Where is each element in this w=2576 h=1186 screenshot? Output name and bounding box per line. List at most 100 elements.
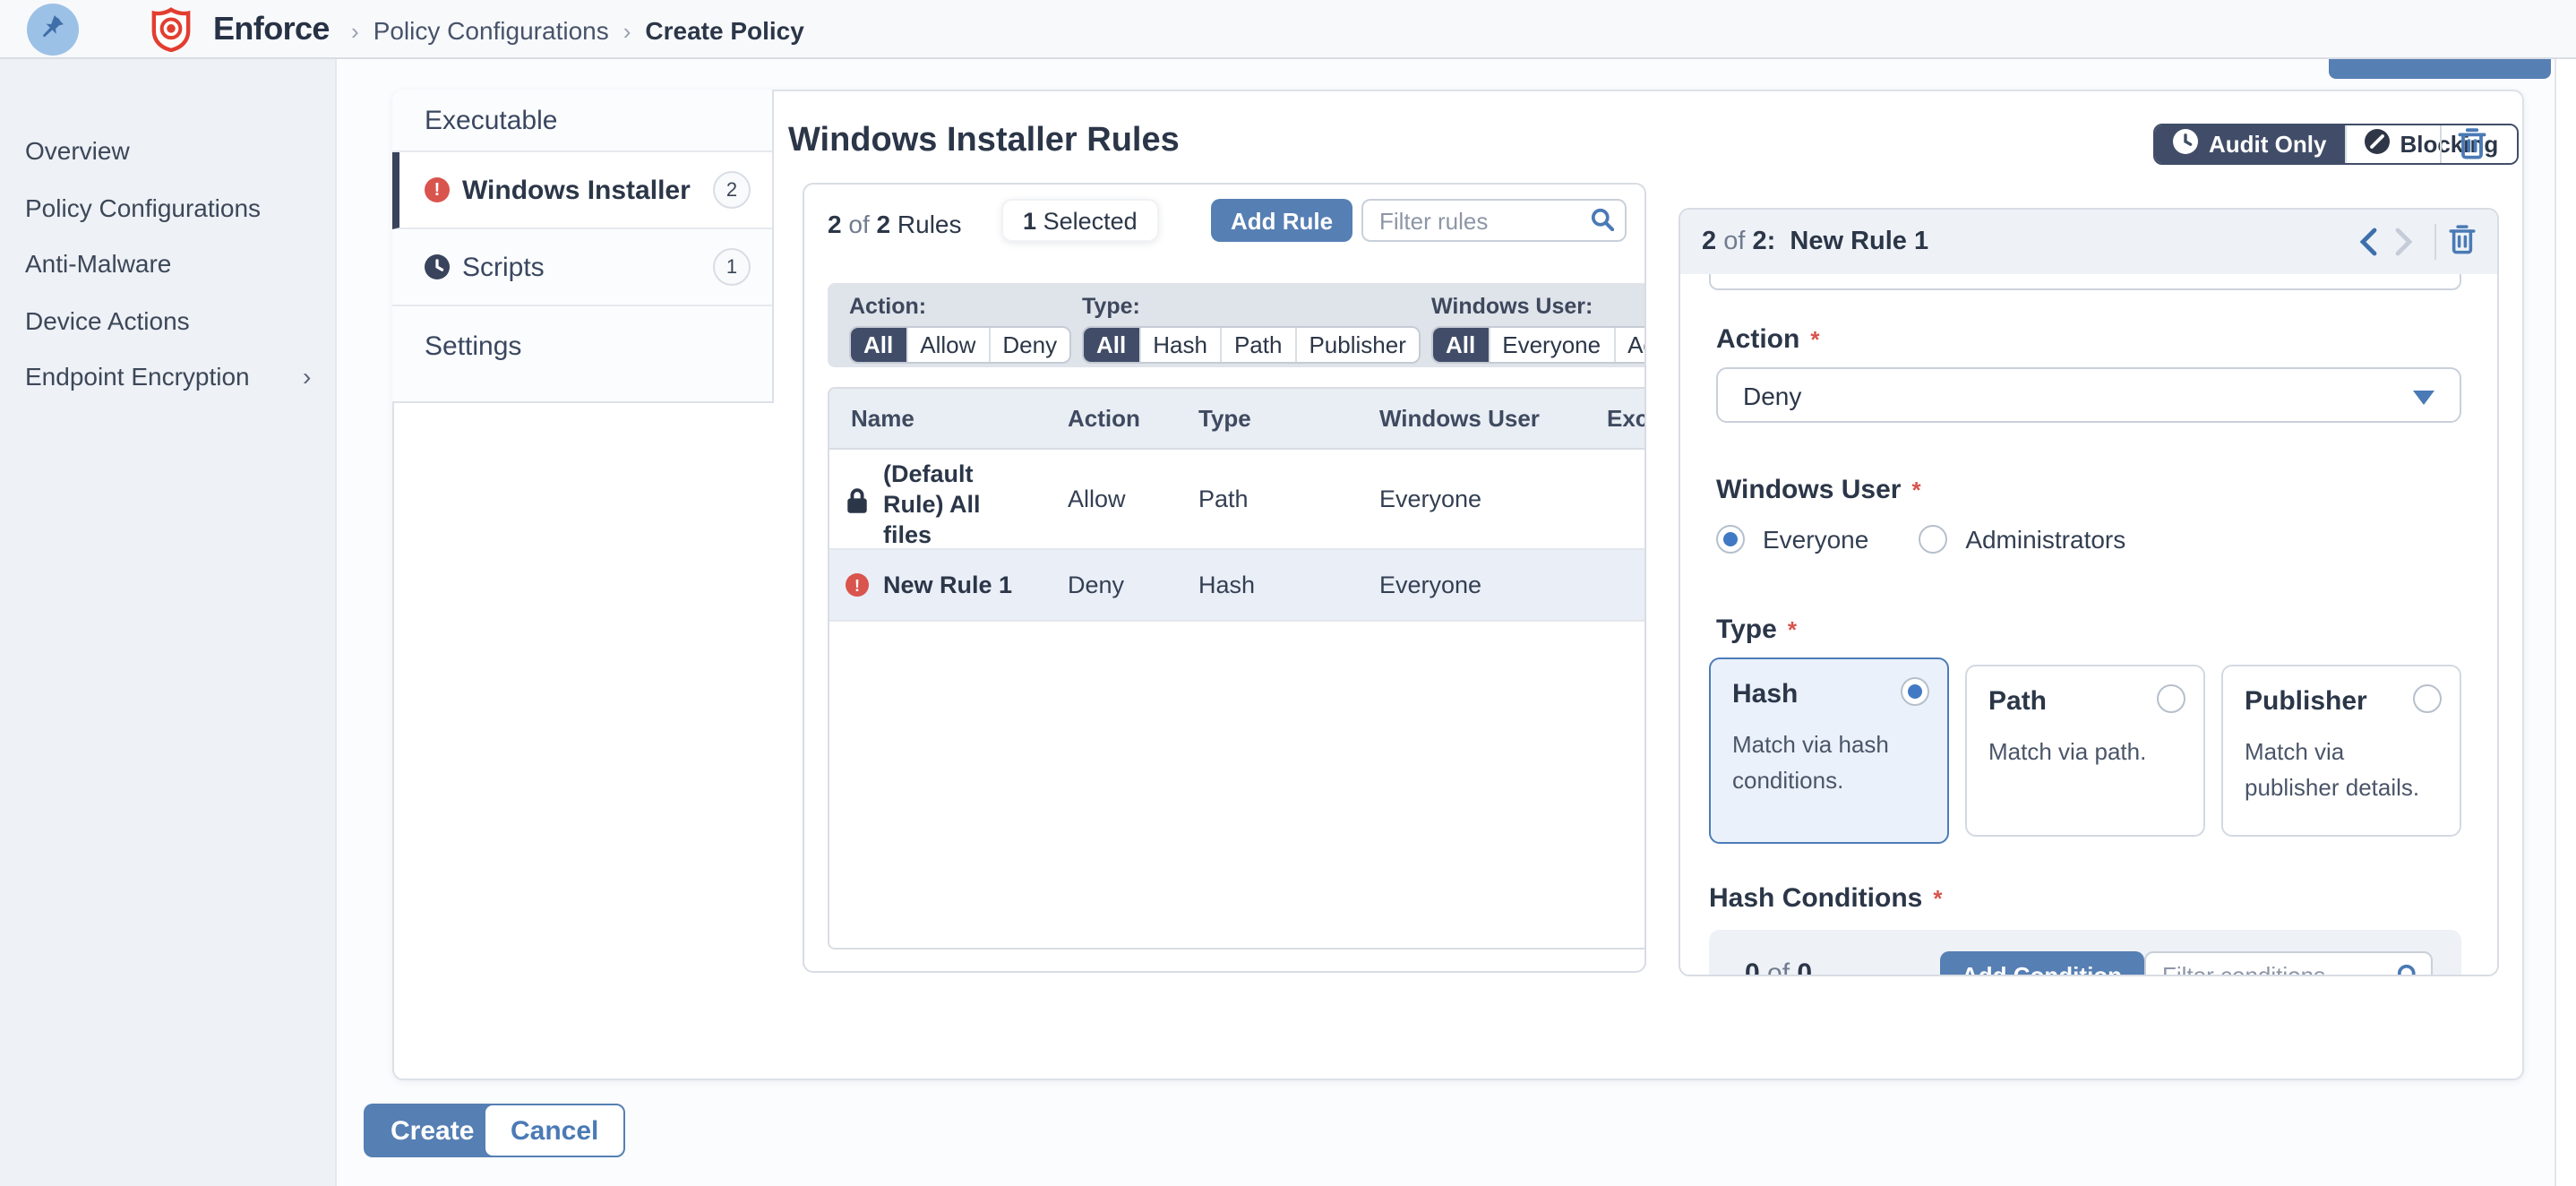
clock-icon [425,254,450,279]
pushpin-icon [39,12,66,47]
filter-rules-field [1361,199,1627,242]
rules-table-header: Name Action Type Windows User Exc [829,389,1646,450]
sidebar-item-endpoint-encryption[interactable]: Endpoint Encryption [25,362,250,391]
filter-type-publisher[interactable]: Publisher [1294,328,1418,362]
rule-pager: 2 of 2: New Rule 1 [1702,228,1928,256]
type-segmented-control: All Hash Path Publisher [1082,326,1421,364]
type-card-hash[interactable]: Hash Match via hash conditions. [1709,657,1949,844]
delete-section-button[interactable] [2458,127,2486,165]
blocking-icon [2364,129,2389,159]
tab-label: Scripts [462,252,545,282]
pin-button[interactable] [27,4,79,56]
lock-icon [846,487,869,523]
rule-name-input-partial[interactable] [1709,274,2461,290]
chevron-right-icon: › [303,362,311,391]
divider [2434,224,2436,260]
sidebar-item-anti-malware[interactable]: Anti-Malware [25,249,171,278]
chevron-left-icon[interactable] [2359,228,2377,256]
page-title: Windows Installer Rules [788,122,1180,161]
tab-settings[interactable]: Settings [392,306,772,401]
trash-icon [2449,224,2476,260]
type-card-radio[interactable] [2413,684,2442,713]
filter-action-allow[interactable]: Allow [906,328,988,362]
trash-icon [2458,127,2486,165]
filter-type-all[interactable]: All [1084,328,1138,362]
filter-user-all[interactable]: All [1433,328,1488,362]
action-segmented-control: All Allow Deny [849,326,1071,364]
app-root: Enforce › Policy Configurations › Create… [0,0,2576,1186]
enforce-logo-shield-icon [150,7,192,52]
rule-detail-panel: 2 of 2: New Rule 1 Action * [1679,208,2499,976]
tab-scripts[interactable]: Scripts 1 [392,229,772,306]
label-text: Action [1716,324,1799,355]
sidebar-item-policy-configurations[interactable]: Policy Configurations [25,193,261,222]
type-card-title: Hash [1732,679,1926,709]
filter-label-windows-user: Windows User: [1431,294,1646,319]
rule-count-badge: 1 [713,248,751,286]
rule-action: Deny [1068,572,1124,598]
selected-count: 1 [1023,207,1036,234]
filter-conditions-input[interactable] [2144,951,2433,976]
type-card-path[interactable]: Path Match via path. [1965,665,2205,837]
audit-clock-icon [2173,129,2198,159]
filter-user-everyone[interactable]: Everyone [1488,328,1613,362]
filter-user-administrators[interactable]: Admi [1613,328,1646,362]
breadcrumb-separator: › [351,17,359,44]
filter-rules-input[interactable] [1361,199,1627,242]
pager-total: 2: [1752,228,1775,256]
filter-group-action: Action: All Allow Deny [849,294,1071,364]
type-card-radio[interactable] [2157,684,2185,713]
table-row-new-rule-1[interactable]: New Rule 1 Deny Hash Everyone [829,550,1646,622]
selected-count-chip: 1 Selected [1001,199,1159,242]
app-name: Enforce [213,11,330,48]
chevron-right-icon[interactable] [2395,228,2413,256]
conditions-count-total: 0 [1797,958,1812,976]
type-field-label: Type* [1716,614,1797,645]
audit-only-toggle[interactable]: Audit Only [2155,125,2344,163]
rule-count-badge: 2 [713,171,751,209]
tab-label: Windows Installer [462,175,691,205]
tab-windows-installer[interactable]: Windows Installer 2 [392,152,772,229]
create-button[interactable]: Create [364,1104,501,1157]
filter-type-path[interactable]: Path [1220,328,1295,362]
cancel-button[interactable]: Cancel [484,1104,625,1157]
blocking-toggle[interactable]: Blocking [2344,125,2516,163]
search-icon [2397,964,2420,976]
breadcrumb-policy-configurations[interactable]: Policy Configurations [374,16,609,45]
filter-action-all[interactable]: All [851,328,906,362]
required-asterisk: * [1810,326,1819,353]
action-select[interactable]: Deny [1716,367,2461,423]
rule-action: Allow [1068,486,1126,512]
filter-type-hash[interactable]: Hash [1138,328,1220,362]
search-icon [1591,208,1614,231]
table-row-default-rule[interactable]: (Default Rule) All files Allow Path Ever… [829,450,1646,550]
rule-windows-user: Everyone [1379,572,1481,598]
filter-conditions-field [2144,951,2433,976]
add-condition-button[interactable]: Add Condition [1940,951,2143,976]
filter-group-windows-user: Windows User: All Everyone Admi [1431,294,1646,364]
type-card-radio[interactable] [1901,677,1929,706]
tab-label: Settings [425,331,521,362]
radio-everyone-label: Everyone [1763,525,1868,554]
rules-count-of: of [848,210,869,238]
radio-everyone[interactable] [1716,525,1745,554]
rules-table: Name Action Type Windows User Exc (Defau… [828,387,1646,950]
sidebar-item-overview[interactable]: Overview [25,136,130,165]
required-asterisk: * [1933,885,1942,912]
filter-action-deny[interactable]: Deny [988,328,1069,362]
audit-only-label: Audit Only [2209,131,2326,158]
filter-label-action: Action: [849,294,1071,319]
tab-executable[interactable]: Executable [392,90,772,152]
add-rule-button[interactable]: Add Rule [1211,199,1352,242]
delete-rule-button[interactable] [2449,224,2476,260]
pager-current: 2 [1702,228,1716,256]
partial-save-button[interactable] [2329,59,2551,79]
top-header-bar: Enforce › Policy Configurations › Create… [0,0,2576,59]
type-card-publisher[interactable]: Publisher Match via publisher details. [2221,665,2461,837]
sidebar-item-device-actions[interactable]: Device Actions [25,306,190,335]
conditions-count-current: 0 [1745,958,1760,976]
col-header-action: Action [1068,405,1140,432]
radio-administrators[interactable] [1919,525,1947,554]
type-card-description: Match via publisher details. [2245,735,2438,804]
page-scrollbar[interactable] [2555,59,2576,1186]
